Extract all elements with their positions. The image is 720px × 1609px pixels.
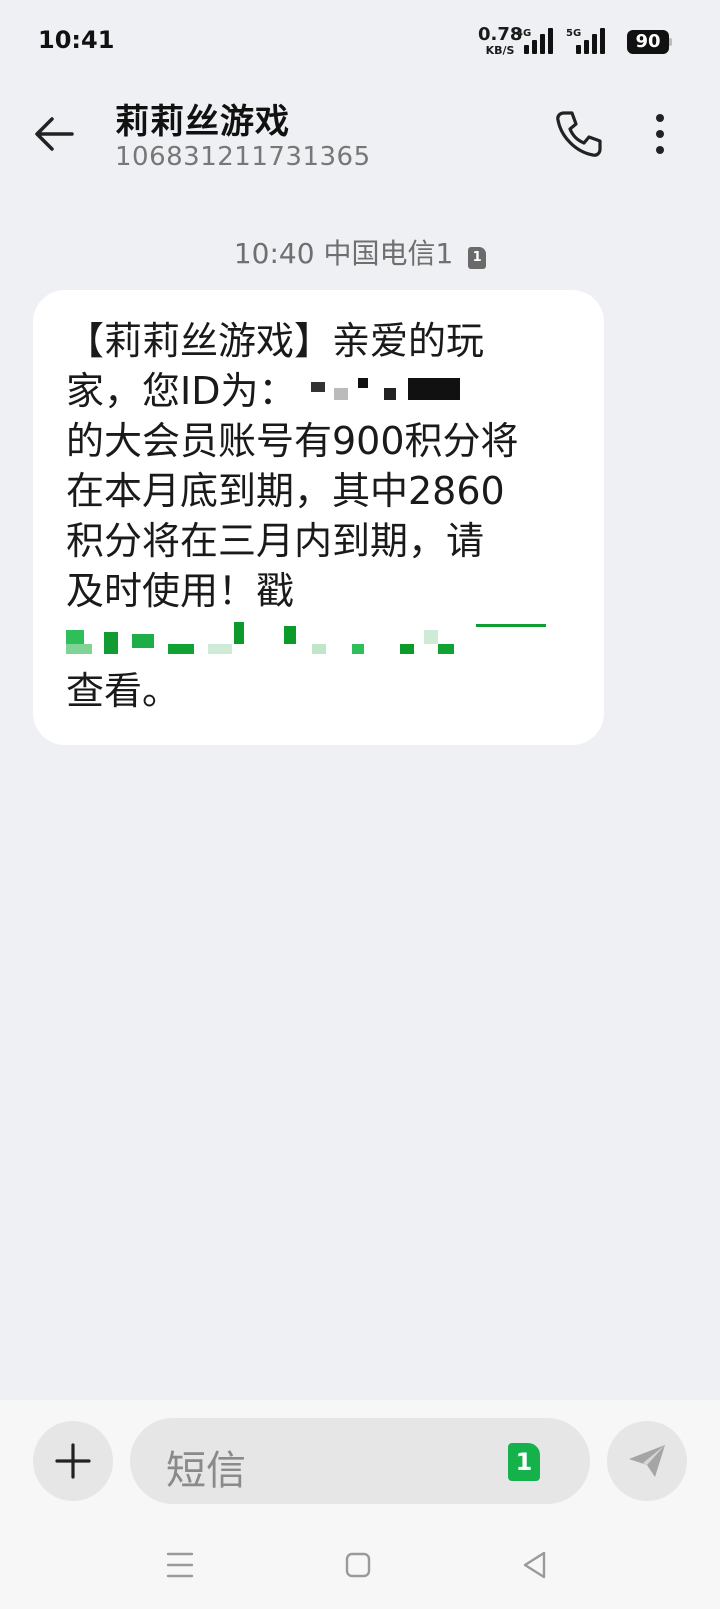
battery-tip [669,38,672,46]
sms-input-placeholder: 短信 [166,1448,246,1494]
contact-number: 106831211731365 [115,142,371,172]
redacted-link[interactable] [66,616,566,666]
redacted-link-block [66,630,84,644]
redacted-id-block [408,378,460,400]
nav-menu-button[interactable] [155,1540,205,1590]
back-arrow-icon [35,117,74,151]
redacted-link-block [424,630,438,644]
message-line: 积分将在三月内到期，请 [66,519,485,563]
sim1-signal-icon: 4G [516,28,554,54]
redacted-id-block [311,382,325,392]
status-bar: 10:41 0.78 KB/S 4G 5G 90 [0,0,720,84]
sim-select-icon[interactable]: 1 [508,1443,540,1481]
back-button[interactable] [28,106,84,162]
add-attachment-button[interactable] [33,1421,113,1501]
home-icon [345,1552,371,1578]
redacted-link-block [284,626,296,644]
send-icon [629,1445,665,1477]
message-time: 10:40 [233,237,315,270]
system-navigation-bar [0,1540,720,1600]
message-carrier: 中国电信1 [323,237,454,270]
redacted-link-block [132,634,154,648]
redacted-id-block [358,378,368,388]
status-time: 10:41 [38,26,115,54]
redacted-link-block [208,644,232,654]
redacted-id-block [334,388,348,400]
sim2-signal-icon: 5G [566,28,606,54]
menu-icon [166,1552,194,1578]
redacted-link-block [104,632,118,654]
sms-conversation-screen: 10:41 0.78 KB/S 4G 5G 90 莉莉丝游戏 106831211 [0,0,720,1609]
more-options-button[interactable] [640,104,680,164]
contact-name: 莉莉丝游戏 [115,102,290,142]
redacted-link-block [476,624,546,627]
message-line: 【莉莉丝游戏】亲爱的玩 [66,319,485,363]
plus-icon [55,1443,91,1479]
redacted-id-block [384,388,396,400]
redacted-link-block [400,644,414,654]
call-button[interactable] [548,104,608,164]
message-line: 在本月底到期，其中2860 [66,469,505,513]
sim-card-icon: 1 [468,247,487,269]
message-bubble[interactable]: 【莉莉丝游戏】亲爱的玩 家，您ID为： 的大会员账号有900积分将 在本月底到期… [33,290,604,745]
redacted-link-block [438,644,454,654]
battery-icon: 90 [627,30,669,54]
more-vertical-icon [656,114,664,154]
sms-input[interactable]: 短信 1 [130,1418,590,1504]
send-button[interactable] [607,1421,687,1501]
message-line: 家，您ID为： [66,369,297,413]
conversation-header: 莉莉丝游戏 106831211731365 [0,84,720,194]
redacted-link-block [168,644,194,654]
redacted-link-block [66,644,92,654]
message-line: 及时使用！戳 [66,569,295,613]
nav-back-icon [523,1551,546,1579]
message-text: 【莉莉丝游戏】亲爱的玩 家，您ID为： 的大会员账号有900积分将 在本月底到期… [66,316,566,716]
message-line: 的大会员账号有900积分将 [66,419,519,463]
nav-back-button[interactable] [510,1540,560,1590]
compose-bar: 短信 1 [0,1400,720,1609]
message-line: 查看。 [66,669,181,713]
phone-icon [556,111,602,157]
redacted-link-block [352,644,364,654]
message-line-with-redacted-id: 家，您ID为： [66,366,566,416]
nav-home-button[interactable] [333,1540,383,1590]
redacted-link-block [312,644,326,654]
message-timestamp: 10:40 中国电信1 1 [0,232,720,272]
redacted-link-block [234,622,244,644]
